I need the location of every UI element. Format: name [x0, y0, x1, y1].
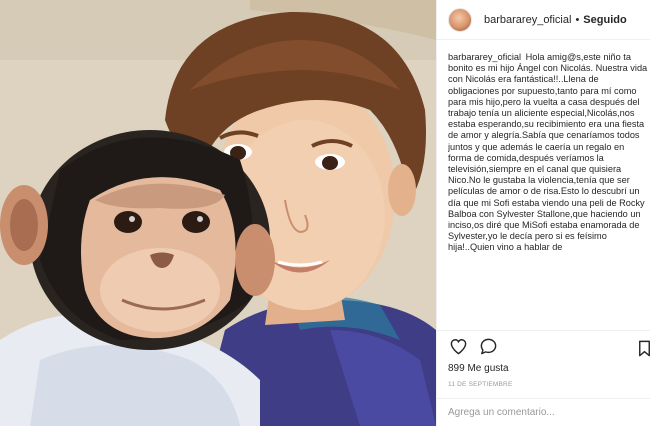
- caption-username-link[interactable]: barbararey_oficial: [448, 52, 521, 62]
- speech-bubble-icon: [480, 338, 496, 355]
- avatar[interactable]: [448, 7, 472, 32]
- photo-illustration: [0, 0, 436, 426]
- comment-input[interactable]: [448, 407, 638, 418]
- like-button[interactable]: [445, 334, 471, 360]
- post-caption: barbararey_oficial Hola amig@s,este niño…: [448, 52, 648, 330]
- follow-status-button[interactable]: Seguido: [583, 14, 626, 26]
- header-user-line: barbararey_oficial • Seguido: [484, 14, 627, 26]
- post-header: barbararey_oficial • Seguido: [437, 0, 650, 40]
- post-date: 11 DE SEPTIEMBRE: [448, 381, 513, 388]
- post-photo[interactable]: [0, 0, 436, 426]
- likes-count[interactable]: 899 Me gusta: [448, 363, 509, 374]
- save-button[interactable]: [631, 335, 650, 361]
- instagram-post: barbararey_oficial • Seguido barbararey_of…: [0, 0, 650, 426]
- post-sidebar: barbararey_oficial • Seguido barbararey_of…: [436, 0, 650, 426]
- comment-button[interactable]: [475, 334, 501, 360]
- heart-outline-icon: [450, 339, 466, 355]
- comment-form: [437, 398, 650, 426]
- separator-dot: •: [575, 13, 580, 26]
- action-bar: [437, 330, 650, 362]
- username-link[interactable]: barbararey_oficial: [484, 14, 571, 26]
- bookmark-icon: [638, 340, 650, 356]
- caption-text: Hola amig@s,este niño ta bonito es mi hi…: [448, 52, 648, 253]
